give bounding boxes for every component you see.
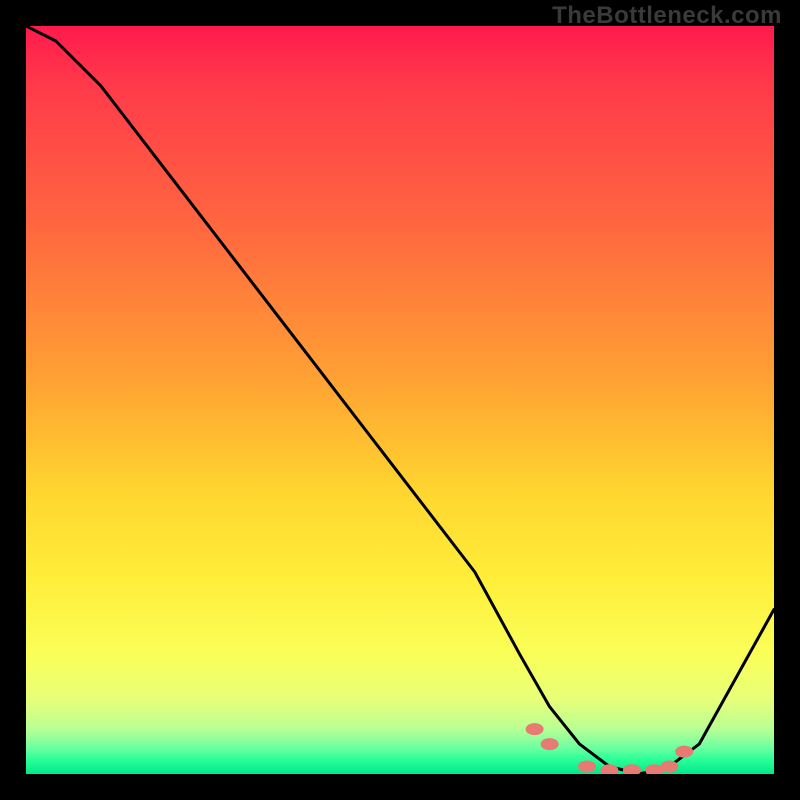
highlight-dot xyxy=(578,761,596,773)
highlight-dot xyxy=(623,764,641,774)
highlight-dot xyxy=(675,746,693,758)
highlight-dots-group xyxy=(526,723,694,774)
highlight-dot xyxy=(541,738,559,750)
watermark-text: TheBottleneck.com xyxy=(552,2,782,30)
chart-frame: TheBottleneck.com xyxy=(0,0,800,800)
highlight-dot xyxy=(660,761,678,773)
highlight-dot xyxy=(600,764,618,774)
plot-area xyxy=(26,26,774,774)
bottleneck-curve-path xyxy=(26,26,774,774)
curve-overlay xyxy=(26,26,774,774)
highlight-dot xyxy=(526,723,544,735)
